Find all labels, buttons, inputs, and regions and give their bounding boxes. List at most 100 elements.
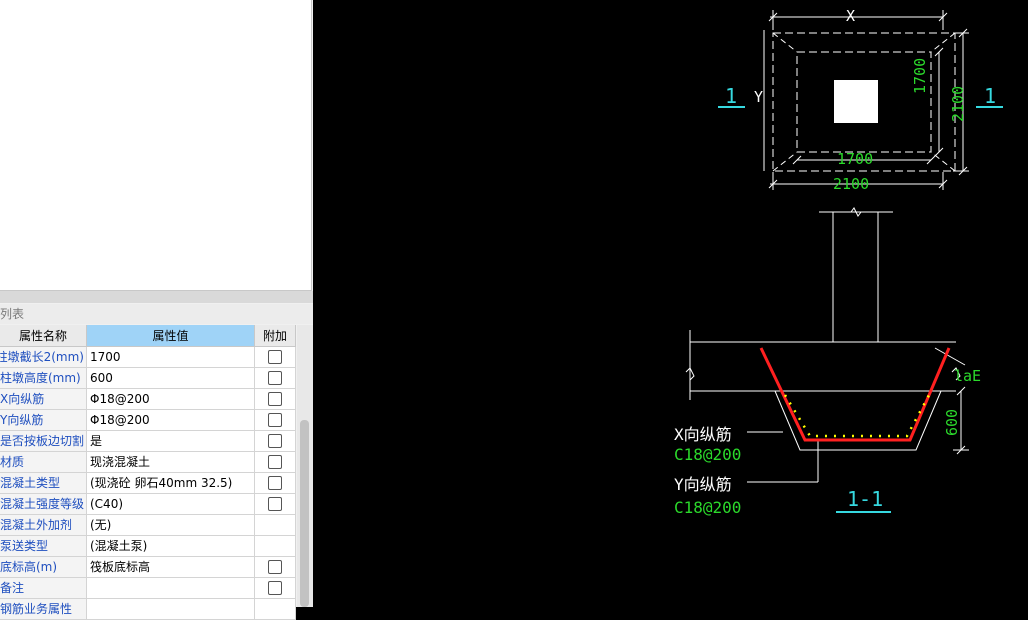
- pane-splitter[interactable]: [0, 291, 313, 303]
- property-name: 混凝土类型: [0, 473, 87, 494]
- property-name-text: X向纵筋: [0, 392, 45, 406]
- property-name: 钢筋业务属性: [0, 599, 87, 620]
- dim-x-label: X: [846, 7, 856, 25]
- plan-diag-tl: [772, 32, 798, 53]
- properties-rows: 柱墩截长2(mm) 1700 柱墩高度(mm) 600 X向纵筋 Φ18@200 Y向纵筋 Φ…: [0, 347, 296, 620]
- table-row[interactable]: 泵送类型 (混凝土泵): [0, 536, 296, 557]
- property-name-text: Y向纵筋: [0, 413, 44, 427]
- property-extra-cell: [255, 515, 296, 536]
- property-value[interactable]: (无): [87, 515, 255, 536]
- property-name-text: 混凝土外加剂: [0, 518, 73, 532]
- property-extra-cell: [255, 389, 296, 410]
- property-value[interactable]: 现浇混凝土: [87, 452, 255, 473]
- properties-sidebar: 列表 属性名称 属性值 附加 柱墩截长2(mm) 1700 柱墩高度(mm) 600 X…: [0, 0, 313, 620]
- dim-inner-right-label: 1700: [911, 57, 929, 94]
- property-name-text: 混凝土类型: [0, 476, 61, 490]
- dim-outer-bottom-label: 2100: [833, 175, 870, 193]
- column-header-name[interactable]: 属性名称: [0, 325, 87, 347]
- property-name-text: 柱墩截长2(mm): [0, 350, 84, 364]
- property-name: 底标高(m): [0, 557, 87, 578]
- property-name-text: 柱墩高度(mm): [0, 371, 81, 385]
- height-dim-label: 600: [943, 408, 961, 436]
- dim-inner-bottom-label: 1700: [837, 150, 874, 168]
- property-extra-cell: [255, 494, 296, 515]
- table-row[interactable]: 钢筋业务属性: [0, 599, 296, 620]
- property-value[interactable]: (混凝土泵): [87, 536, 255, 557]
- extra-checkbox[interactable]: [268, 581, 282, 595]
- property-name: Y向纵筋: [0, 410, 87, 431]
- rebar-line: [759, 347, 951, 442]
- cad-drawing-canvas[interactable]: X Y 1 1 1700 2100 1700 2100 laE 600 X向纵筋…: [313, 0, 1028, 607]
- property-name: 混凝土外加剂: [0, 515, 87, 536]
- property-extra-cell: [255, 347, 296, 368]
- rebar-dots: [783, 394, 931, 438]
- dim-outer-right-label: 2100: [949, 85, 967, 122]
- property-value[interactable]: [87, 578, 255, 599]
- extra-checkbox[interactable]: [268, 560, 282, 574]
- property-name: 材质: [0, 452, 87, 473]
- property-name: 备注: [0, 578, 87, 599]
- table-row[interactable]: Y向纵筋 Φ18@200: [0, 410, 296, 431]
- property-name-text: 底标高(m): [0, 560, 58, 574]
- table-row[interactable]: 柱墩截长2(mm) 1700: [0, 347, 296, 368]
- property-name: 是否按板边切割: [0, 431, 87, 452]
- column-header-value[interactable]: 属性值: [87, 325, 255, 347]
- plan-column: [834, 80, 878, 123]
- section-mark-right-label: 1: [984, 84, 997, 108]
- property-value[interactable]: 1700: [87, 347, 255, 368]
- property-extra-cell: [255, 536, 296, 557]
- extra-checkbox[interactable]: [268, 476, 282, 490]
- plan-diag-tr: [930, 32, 956, 53]
- section-title: 1-1: [847, 487, 884, 511]
- section-mark-left-label: 1: [725, 84, 738, 108]
- rebar: [759, 347, 951, 442]
- property-value[interactable]: 是: [87, 431, 255, 452]
- x-rebar-spec: C18@200: [674, 445, 742, 464]
- extra-checkbox[interactable]: [268, 371, 282, 385]
- property-name: 柱墩截长2(mm): [0, 347, 87, 368]
- property-value[interactable]: Φ18@200: [87, 389, 255, 410]
- property-extra-cell: [255, 578, 296, 599]
- property-value[interactable]: (C40): [87, 494, 255, 515]
- table-row[interactable]: 混凝土外加剂 (无): [0, 515, 296, 536]
- table-row[interactable]: 材质 现浇混凝土: [0, 452, 296, 473]
- extra-checkbox[interactable]: [268, 455, 282, 469]
- property-name-text: 是否按板边切割: [0, 434, 84, 448]
- extra-checkbox[interactable]: [268, 497, 282, 511]
- property-name-text: 材质: [0, 455, 25, 469]
- table-row[interactable]: 柱墩高度(mm) 600: [0, 368, 296, 389]
- column-header-extra[interactable]: 附加: [255, 325, 296, 347]
- table-row[interactable]: 混凝土强度等级 (C40): [0, 494, 296, 515]
- plan-diag-br: [930, 151, 956, 172]
- property-value[interactable]: 筏板底标高: [87, 557, 255, 578]
- properties-grid-header: 属性名称 属性值 附加: [0, 325, 296, 347]
- table-row[interactable]: 备注: [0, 578, 296, 599]
- property-name-text: 备注: [0, 581, 25, 595]
- extra-checkbox[interactable]: [268, 413, 282, 427]
- table-row[interactable]: 混凝土类型 (现浇砼 卵石40mm 32.5): [0, 473, 296, 494]
- property-value[interactable]: [87, 599, 255, 620]
- property-extra-cell: [255, 557, 296, 578]
- property-value[interactable]: 600: [87, 368, 255, 389]
- property-extra-cell: [255, 410, 296, 431]
- table-row[interactable]: 是否按板边切割是: [0, 431, 296, 452]
- property-extra-cell: [255, 473, 296, 494]
- extra-checkbox[interactable]: [268, 350, 282, 364]
- property-value[interactable]: (现浇砼 卵石40mm 32.5): [87, 473, 255, 494]
- extra-checkbox[interactable]: [268, 392, 282, 406]
- plan-diag-bl: [772, 151, 798, 172]
- table-row[interactable]: 底标高(m) 筏板底标高: [0, 557, 296, 578]
- property-name-text: 钢筋业务属性: [0, 602, 73, 616]
- table-row[interactable]: X向纵筋 Φ18@200: [0, 389, 296, 410]
- scrollbar-thumb[interactable]: [300, 420, 309, 607]
- property-extra-cell: [255, 452, 296, 473]
- property-name: 混凝土强度等级: [0, 494, 87, 515]
- y-rebar-label: Y向纵筋: [674, 475, 732, 494]
- x-rebar-label: X向纵筋: [674, 425, 732, 444]
- property-name: 泵送类型: [0, 536, 87, 557]
- property-extra-cell: [255, 599, 296, 620]
- property-name: X向纵筋: [0, 389, 87, 410]
- component-list-pane[interactable]: [0, 0, 312, 291]
- extra-checkbox[interactable]: [268, 434, 282, 448]
- property-value[interactable]: Φ18@200: [87, 410, 255, 431]
